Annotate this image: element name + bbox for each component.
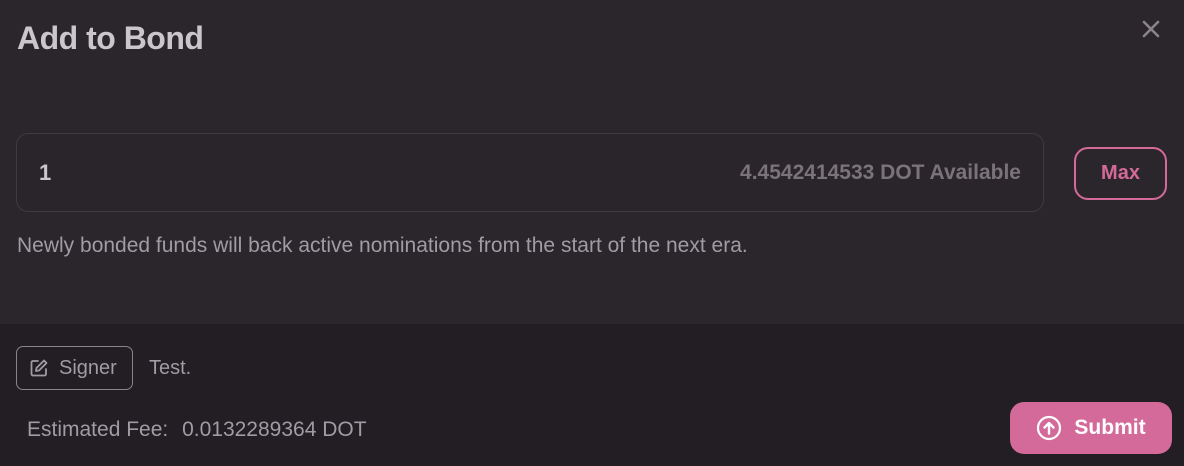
bond-amount-field[interactable]: 4.4542414533 DOT Available [16,133,1044,212]
fee-value: 0.0132289364 DOT [182,418,367,441]
available-balance: 4.4542414533 DOT Available [740,161,1021,184]
fee-label: Estimated Fee: [27,418,169,441]
signer-label: Signer [59,356,117,379]
submit-button[interactable]: Submit [1010,402,1172,454]
signer-name: Test. [149,357,192,379]
arrow-up-circle-icon [1037,415,1062,441]
modal-footer: Signer Test. Estimated Fee: 0.0132289364… [0,324,1184,466]
close-icon[interactable] [1139,17,1163,41]
submit-label: Submit [1074,416,1146,439]
signer-button[interactable]: Signer [16,346,133,390]
bond-note: Newly bonded funds will back active nomi… [17,234,748,257]
edit-icon [30,359,48,377]
estimated-fee: Estimated Fee: 0.0132289364 DOT [27,418,367,442]
bond-amount-input[interactable] [39,155,539,191]
add-to-bond-modal: Add to Bond 4.4542414533 DOT Available M… [0,0,1184,466]
modal-title: Add to Bond [17,20,204,56]
max-button[interactable]: Max [1074,147,1167,200]
